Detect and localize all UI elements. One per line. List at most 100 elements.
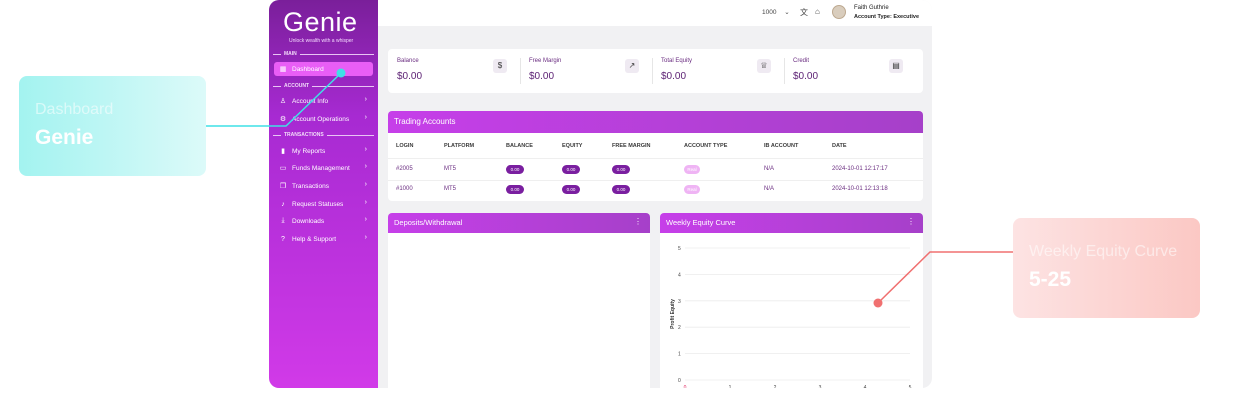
app-window: Genie Unlock wealth with a whisper MAIN … <box>269 0 932 388</box>
y-tick-label: 0 <box>678 378 681 384</box>
stats-bar: Balance $0.00 $ Free Margin $0.00 ↗ Tota… <box>388 49 923 93</box>
sidebar-item-account-info[interactable]: ♙ Account Info › <box>274 94 373 108</box>
y-tick-label: 5 <box>678 246 681 252</box>
column-header: DATE <box>832 143 847 149</box>
cell-balance: 0.00 <box>506 185 524 194</box>
chevron-right-icon: › <box>364 114 367 121</box>
weekly-equity-callout: Weekly Equity Curve 5-25 <box>1013 218 1200 318</box>
dashboard-callout: Dashboard Genie <box>19 76 206 176</box>
bell-icon: ♪ <box>281 200 285 208</box>
y-tick-label: 1 <box>678 352 681 358</box>
more-options-icon[interactable]: ⋮ <box>634 217 642 226</box>
cell-login: #1000 <box>396 186 413 192</box>
cell-platform: MT5 <box>444 186 456 192</box>
more-options-icon[interactable]: ⋮ <box>907 217 915 226</box>
sidebar-item-transactions[interactable]: ❐ Transactions › <box>274 179 373 193</box>
stat-value: $0.00 <box>397 71 423 82</box>
help-icon: ? <box>281 235 285 243</box>
cell-balance: 0.00 <box>506 165 524 174</box>
download-icon: ⤓ <box>281 217 285 224</box>
chevron-right-icon: › <box>364 181 367 188</box>
stage: Dashboard Genie Weekly Equity Curve 5-25… <box>0 0 1240 408</box>
chevron-right-icon: › <box>364 146 367 153</box>
callout-label: Dashboard <box>35 101 114 118</box>
panel-title: Weekly Equity Curve <box>666 218 736 227</box>
cell-ib-account: N/A <box>764 186 775 192</box>
top-header: 1000 ⌄ 文 ⌂ Faith Guthrie Account Type: E… <box>378 0 932 26</box>
sidebar-item-dashboard[interactable]: ▦ Dashboard <box>274 62 373 76</box>
sidebar-item-label: Funds Management <box>292 164 350 172</box>
chevron-right-icon: › <box>364 163 367 170</box>
callout-label: Weekly Equity Curve <box>1029 243 1178 260</box>
cell-date: 2024-10-01 12:17:17 <box>832 166 888 172</box>
callout-value: 5-25 <box>1029 268 1072 291</box>
column-header: BALANCE <box>506 143 533 149</box>
sidebar-item-request-statuses[interactable]: ♪ Request Statuses › <box>274 197 373 211</box>
stat-free-margin: Free Margin $0.00 ↗ <box>520 49 653 93</box>
chevron-right-icon: › <box>364 216 367 223</box>
chevron-right-icon: › <box>364 234 367 241</box>
sidebar-item-funds-management[interactable]: ▭ Funds Management › <box>274 161 373 175</box>
sidebar-item-label: Account Operations <box>292 115 350 123</box>
stat-value: $0.00 <box>661 71 687 82</box>
stat-label: Credit <box>793 58 810 64</box>
stat-label: Total Equity <box>661 58 693 64</box>
cell-equity: 0.00 <box>562 185 580 194</box>
x-tick-label: 5 <box>909 385 912 388</box>
account-select[interactable]: 1000 ⌄ <box>762 8 790 16</box>
x-tick-label: 1 <box>729 385 732 388</box>
section-transactions: TRANSACTIONS <box>273 132 374 138</box>
grid-icon: ▦ <box>279 66 287 73</box>
avatar[interactable] <box>832 5 846 19</box>
stat-credit: Credit $0.00 ▤ <box>784 49 917 93</box>
account-type-badge: Real <box>684 185 700 194</box>
column-header: EQUITY <box>562 143 583 149</box>
weekly-equity-panel: Weekly Equity Curve ⋮ 0 1 2 3 4 5 0 1 2 3 4 5 Profit… <box>660 213 923 388</box>
sidebar-item-label: My Reports <box>292 147 326 155</box>
stat-balance: Balance $0.00 $ <box>388 49 521 93</box>
column-header: LOGIN <box>396 143 414 149</box>
account-type-badge: Real <box>684 165 700 174</box>
logo: Genie <box>283 7 358 37</box>
translate-icon[interactable]: 文 <box>800 7 808 18</box>
account-type: Account Type: Executive <box>854 14 920 20</box>
deposits-withdrawal-panel: Deposits/Withdrawal ⋮ <box>388 213 650 388</box>
divider <box>388 158 923 159</box>
equity-chart: 0 1 2 3 4 5 0 1 2 3 4 5 Profit Equity <box>670 246 912 388</box>
sidebar-item-label: Help & Support <box>292 235 337 243</box>
sidebar-item-my-reports[interactable]: ▮ My Reports › <box>274 144 373 158</box>
sidebar-item-label: Transactions <box>292 182 329 190</box>
sidebar-item-label: Request Statuses <box>292 200 344 208</box>
panel-title: Trading Accounts <box>388 111 923 133</box>
stat-label: Balance <box>397 58 419 64</box>
chevron-right-icon: › <box>364 199 367 206</box>
cell-free-margin: 0.00 <box>612 165 630 174</box>
stat-total-equity: Total Equity $0.00 ♕ <box>652 49 785 93</box>
sidebar-item-label: Downloads <box>292 217 325 225</box>
trading-accounts-panel: Trading Accounts LOGIN PLATFORM BALANCE … <box>388 111 923 201</box>
section-account: ACCOUNT <box>273 83 374 89</box>
bar-chart-icon: ▮ <box>281 148 285 155</box>
wallet-icon: ▭ <box>279 165 287 172</box>
panel-title: Deposits/Withdrawal <box>394 218 463 227</box>
sidebar-item-downloads[interactable]: ⤓ Downloads › <box>274 214 373 228</box>
sidebar-item-label: Account Info <box>292 97 329 105</box>
section-main: MAIN <box>273 51 374 57</box>
home-icon[interactable]: ⌂ <box>815 7 820 16</box>
stat-value: $0.00 <box>529 71 555 82</box>
panel-header: Deposits/Withdrawal ⋮ <box>388 213 650 233</box>
trend-icon: ↗ <box>625 59 639 73</box>
column-header: ACCOUNT TYPE <box>684 143 728 149</box>
x-tick-label: 0 <box>684 385 687 388</box>
column-header: PLATFORM <box>444 143 475 149</box>
panel-header: Weekly Equity Curve ⋮ <box>660 213 923 233</box>
cell-login: #2005 <box>396 166 413 172</box>
sidebar-item-account-operations[interactable]: ⚙ Account Operations › <box>274 112 373 126</box>
column-header: IB ACCOUNT <box>764 143 799 149</box>
sidebar-item-help-support[interactable]: ? Help & Support › <box>274 232 373 246</box>
chevron-right-icon: › <box>364 96 367 103</box>
table-row[interactable]: #2005 MT5 0.00 0.00 0.00 Real N/A 2024-1… <box>388 160 923 180</box>
table-row[interactable]: #1000 MT5 0.00 0.00 0.00 Real N/A 2024-1… <box>388 180 923 200</box>
cell-date: 2024-10-01 12:13:18 <box>832 186 888 192</box>
gear-icon: ⚙ <box>279 116 287 123</box>
